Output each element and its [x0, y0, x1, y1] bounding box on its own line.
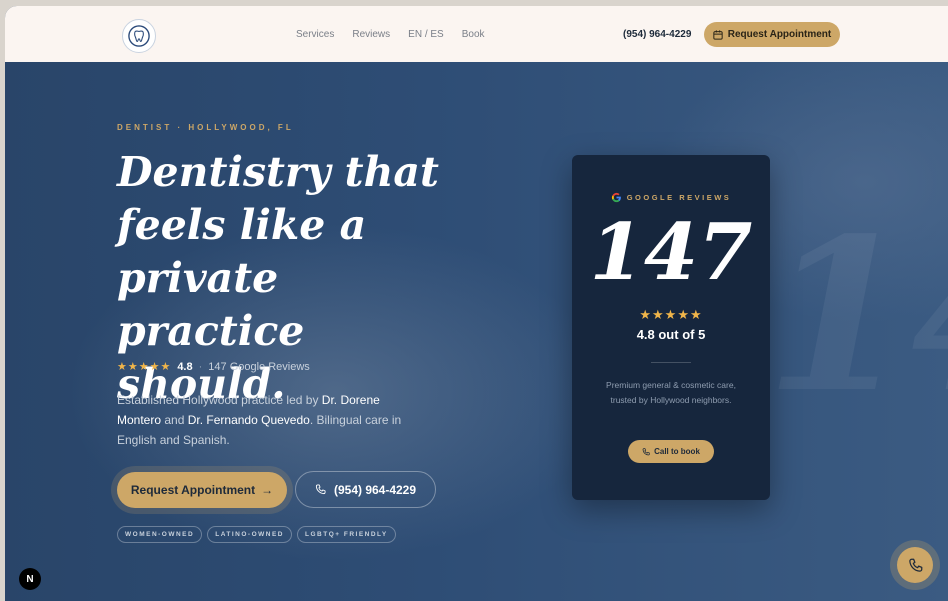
card-header: GOOGLE REVIEWS — [572, 192, 770, 203]
badge-latino-owned: LATINO-OWNED — [207, 526, 293, 543]
reviews-card: GOOGLE REVIEWS 147 ★★★★★ 4.8 out of 5 Pr… — [572, 155, 770, 500]
google-icon — [611, 192, 621, 203]
nav-language[interactable]: EN / ES — [408, 29, 444, 40]
tooth-icon — [128, 25, 150, 47]
card-rating-text: 4.8 out of 5 — [636, 327, 706, 342]
nav-reviews[interactable]: Reviews — [352, 29, 390, 40]
header-request-label: Request Appointment — [727, 29, 832, 40]
star-rating-icon: ★★★★★ — [117, 361, 172, 373]
hero-phone-label: (954) 964-4229 — [333, 482, 417, 497]
hero-phone-button[interactable]: (954) 964-4229 — [295, 471, 436, 508]
nextjs-dev-badge[interactable]: N — [19, 568, 41, 590]
card-divider — [651, 362, 691, 363]
phone-icon — [642, 447, 650, 455]
identity-badges: WOMEN-OWNED LATINO-OWNED LGBTQ+ FRIENDLY — [117, 526, 396, 543]
rating-separator: · — [198, 360, 203, 373]
call-to-book-label: Call to book — [654, 447, 700, 456]
hero-rating: ★★★★★ 4.8 · 147 Google Reviews — [117, 360, 310, 374]
browser-frame: Services Reviews EN / ES Book (954) 964-… — [5, 6, 948, 601]
site-header: Services Reviews EN / ES Book (954) 964-… — [5, 6, 948, 63]
review-count-number: 147 — [589, 207, 753, 298]
arrow-right-icon: → — [261, 483, 274, 497]
hero-bg-number: 147 — [765, 192, 948, 439]
hero-request-button[interactable]: Request Appointment → — [117, 472, 287, 508]
nav-book[interactable]: Book — [462, 29, 485, 40]
badge-women-owned: WOMEN-OWNED — [117, 526, 203, 543]
logo[interactable] — [122, 19, 156, 53]
badge-lgbtq-friendly: LGBTQ+ FRIENDLY — [297, 526, 396, 543]
hero-description: Established Hollywood practice led by Dr… — [117, 390, 417, 450]
calendar-icon — [713, 29, 723, 40]
hero-section: 147 DENTIST · HOLLYWOOD, FL Dentistry th… — [5, 62, 948, 601]
doctor-name-2: Dr. Fernando Quevedo — [187, 413, 310, 427]
phone-icon — [908, 558, 922, 572]
card-star-icon: ★★★★★ — [639, 307, 703, 322]
rating-value: 4.8 — [177, 360, 193, 373]
hero-request-label: Request Appointment — [130, 483, 256, 497]
card-label: GOOGLE REVIEWS — [626, 193, 732, 202]
reviews-count: 147 Google Reviews — [208, 360, 310, 373]
phone-icon — [315, 484, 326, 495]
desc-text-2: and — [161, 413, 188, 427]
header-phone[interactable]: (954) 964-4229 — [623, 29, 691, 40]
hero-eyebrow: DENTIST · HOLLYWOOD, FL — [117, 123, 294, 132]
floating-call-button[interactable] — [897, 547, 933, 583]
nav-services[interactable]: Services — [296, 29, 334, 40]
call-to-book-button[interactable]: Call to book — [628, 440, 714, 463]
desc-text-1: Established Hollywood practice led by — [117, 393, 322, 407]
main-nav: Services Reviews EN / ES Book — [296, 29, 485, 40]
card-description: Premium general & cosmetic care, trusted… — [606, 380, 736, 405]
header-request-button[interactable]: Request Appointment — [704, 22, 840, 47]
